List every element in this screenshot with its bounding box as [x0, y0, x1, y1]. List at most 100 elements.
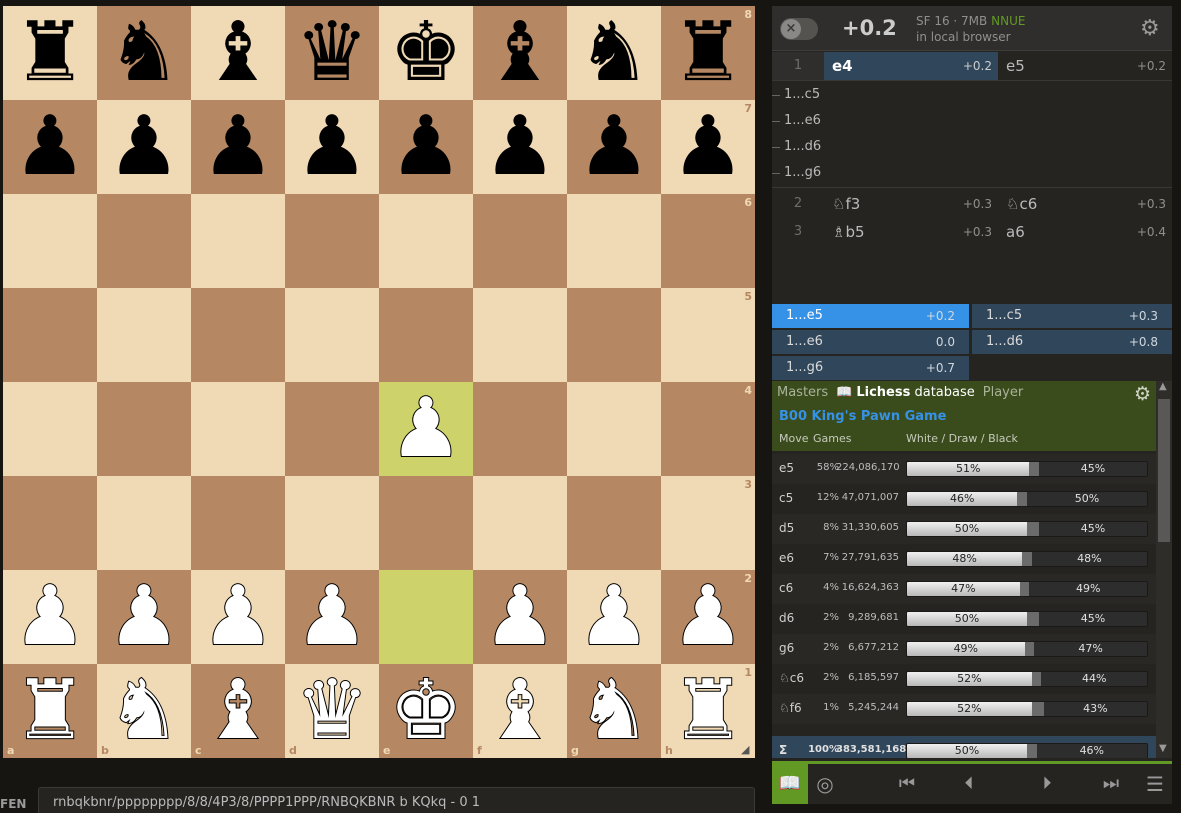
explorer-total-row[interactable]: Σ 100% 383,581,168 50% 46% [772, 736, 1156, 758]
square-d4[interactable] [285, 382, 379, 476]
menu-icon[interactable]: ☰ [1140, 764, 1170, 804]
square-f2[interactable]: ♟ [473, 570, 567, 664]
square-c3[interactable] [191, 476, 285, 570]
white-piece[interactable]: ♟ [576, 575, 652, 659]
square-d3[interactable] [285, 476, 379, 570]
square-a6[interactable] [3, 194, 97, 288]
square-f7[interactable]: ♟ [473, 100, 567, 194]
square-c6[interactable] [191, 194, 285, 288]
white-piece[interactable]: ♞ [576, 669, 652, 753]
black-piece[interactable]: ♟ [483, 106, 557, 188]
square-h7[interactable]: ♟ 7 [661, 100, 755, 194]
square-c8[interactable]: ♝ [191, 6, 285, 100]
white-piece[interactable]: ♚ [388, 669, 464, 753]
square-h5[interactable]: 5 [661, 288, 755, 382]
square-g5[interactable] [567, 288, 661, 382]
square-g3[interactable] [567, 476, 661, 570]
target-icon[interactable]: ◎ [812, 764, 838, 804]
explorer-row[interactable]: e5 58% 224,086,170 51% 45% [772, 454, 1156, 484]
square-d5[interactable] [285, 288, 379, 382]
square-a2[interactable]: ♟ [3, 570, 97, 664]
square-h6[interactable]: 6 [661, 194, 755, 288]
last-move-icon[interactable]: ⏭ [1096, 764, 1126, 804]
square-h4[interactable]: 4 [661, 382, 755, 476]
square-d8[interactable]: ♛ [285, 6, 379, 100]
square-a8[interactable]: ♜ [3, 6, 97, 100]
square-b7[interactable]: ♟ [97, 100, 191, 194]
variation-item[interactable]: 1...g6 [772, 161, 821, 185]
black-piece[interactable]: ♜ [13, 12, 87, 94]
square-g6[interactable] [567, 194, 661, 288]
white-piece[interactable]: ♜ [12, 669, 88, 753]
square-a1[interactable]: ♜ a [3, 664, 97, 758]
square-h3[interactable]: 3 [661, 476, 755, 570]
white-piece[interactable]: ♟ [106, 575, 182, 659]
gear-icon[interactable]: ⚙ [1134, 383, 1151, 405]
white-piece[interactable]: ♟ [12, 575, 88, 659]
square-f3[interactable] [473, 476, 567, 570]
square-b8[interactable]: ♞ [97, 6, 191, 100]
square-f4[interactable] [473, 382, 567, 476]
pv-line[interactable]: 1...e5 +0.2 [772, 304, 969, 328]
white-piece[interactable]: ♝ [482, 669, 558, 753]
explorer-row[interactable]: ♘f6 1% 5,245,244 52% 43% [772, 694, 1156, 724]
black-piece[interactable]: ♜ [671, 12, 745, 94]
square-c7[interactable]: ♟ [191, 100, 285, 194]
square-e8[interactable]: ♚ [379, 6, 473, 100]
previous-move-icon[interactable]: ⏴ [954, 764, 984, 804]
board-resize-handle[interactable]: ◢ [741, 744, 753, 756]
square-g2[interactable]: ♟ [567, 570, 661, 664]
square-d7[interactable]: ♟ [285, 100, 379, 194]
explorer-row[interactable]: ♘c6 2% 6,185,597 52% 44% [772, 664, 1156, 694]
explorer-scrollbar[interactable]: ▲ ▼ [1156, 381, 1172, 758]
square-a7[interactable]: ♟ [3, 100, 97, 194]
pv-line[interactable]: 1...d6 +0.8 [972, 330, 1172, 354]
white-piece[interactable]: ♟ [294, 575, 370, 659]
white-piece[interactable]: ♟ [482, 575, 558, 659]
chessboard[interactable]: ♜ ♞ ♝ ♛ ♚ ♝ ♞ ♜ 8 ♟ ♟ ♟ ♟ ♟ ♟ ♟ ♟ 7 6 5 ♟ 4 3 ♟ ♟ ♟ ♟ ♟ ♟ ♟ 2 ♜ a ♞ b ♝ c ♛ d ♚… [3, 6, 755, 758]
square-d6[interactable] [285, 194, 379, 288]
white-piece[interactable]: ♛ [294, 669, 370, 753]
tab-player[interactable]: Player [983, 385, 1023, 400]
square-b1[interactable]: ♞ b [97, 664, 191, 758]
square-d1[interactable]: ♛ d [285, 664, 379, 758]
square-g8[interactable]: ♞ [567, 6, 661, 100]
scroll-up-icon[interactable]: ▲ [1159, 381, 1167, 392]
engine-toggle[interactable]: × [780, 18, 818, 40]
square-c1[interactable]: ♝ c [191, 664, 285, 758]
white-piece[interactable]: ♟ [388, 387, 464, 471]
black-piece[interactable]: ♚ [389, 12, 463, 94]
pv-line[interactable]: 1...e6 0.0 [772, 330, 969, 354]
square-a5[interactable] [3, 288, 97, 382]
square-c5[interactable] [191, 288, 285, 382]
square-e2[interactable] [379, 570, 473, 664]
square-e5[interactable] [379, 288, 473, 382]
square-c2[interactable]: ♟ [191, 570, 285, 664]
next-move-icon[interactable]: ⏵ [1032, 764, 1062, 804]
square-f6[interactable] [473, 194, 567, 288]
square-d2[interactable]: ♟ [285, 570, 379, 664]
square-g7[interactable]: ♟ [567, 100, 661, 194]
explorer-row[interactable]: d5 8% 31,330,605 50% 45% [772, 514, 1156, 544]
square-c4[interactable] [191, 382, 285, 476]
black-piece[interactable]: ♝ [483, 12, 557, 94]
move-white[interactable]: ♗b5 +0.3 [824, 218, 998, 246]
square-e1[interactable]: ♚ e [379, 664, 473, 758]
variation-item[interactable]: 1...e6 [772, 109, 821, 133]
book-icon[interactable]: 📖 [772, 764, 808, 804]
square-a4[interactable] [3, 382, 97, 476]
pv-line[interactable]: 1...c5 +0.3 [972, 304, 1172, 328]
square-e3[interactable] [379, 476, 473, 570]
move-white[interactable]: ♘f3 +0.3 [824, 190, 998, 218]
white-piece[interactable]: ♞ [106, 669, 182, 753]
gear-icon[interactable]: ⚙ [1140, 16, 1160, 41]
square-a3[interactable] [3, 476, 97, 570]
explorer-row[interactable]: c5 12% 47,071,007 46% 50% [772, 484, 1156, 514]
white-piece[interactable]: ♟ [200, 575, 276, 659]
square-f8[interactable]: ♝ [473, 6, 567, 100]
tab-masters[interactable]: Masters [777, 385, 828, 400]
black-piece[interactable]: ♟ [295, 106, 369, 188]
square-f5[interactable] [473, 288, 567, 382]
black-piece[interactable]: ♟ [389, 106, 463, 188]
fen-input[interactable] [38, 787, 755, 813]
